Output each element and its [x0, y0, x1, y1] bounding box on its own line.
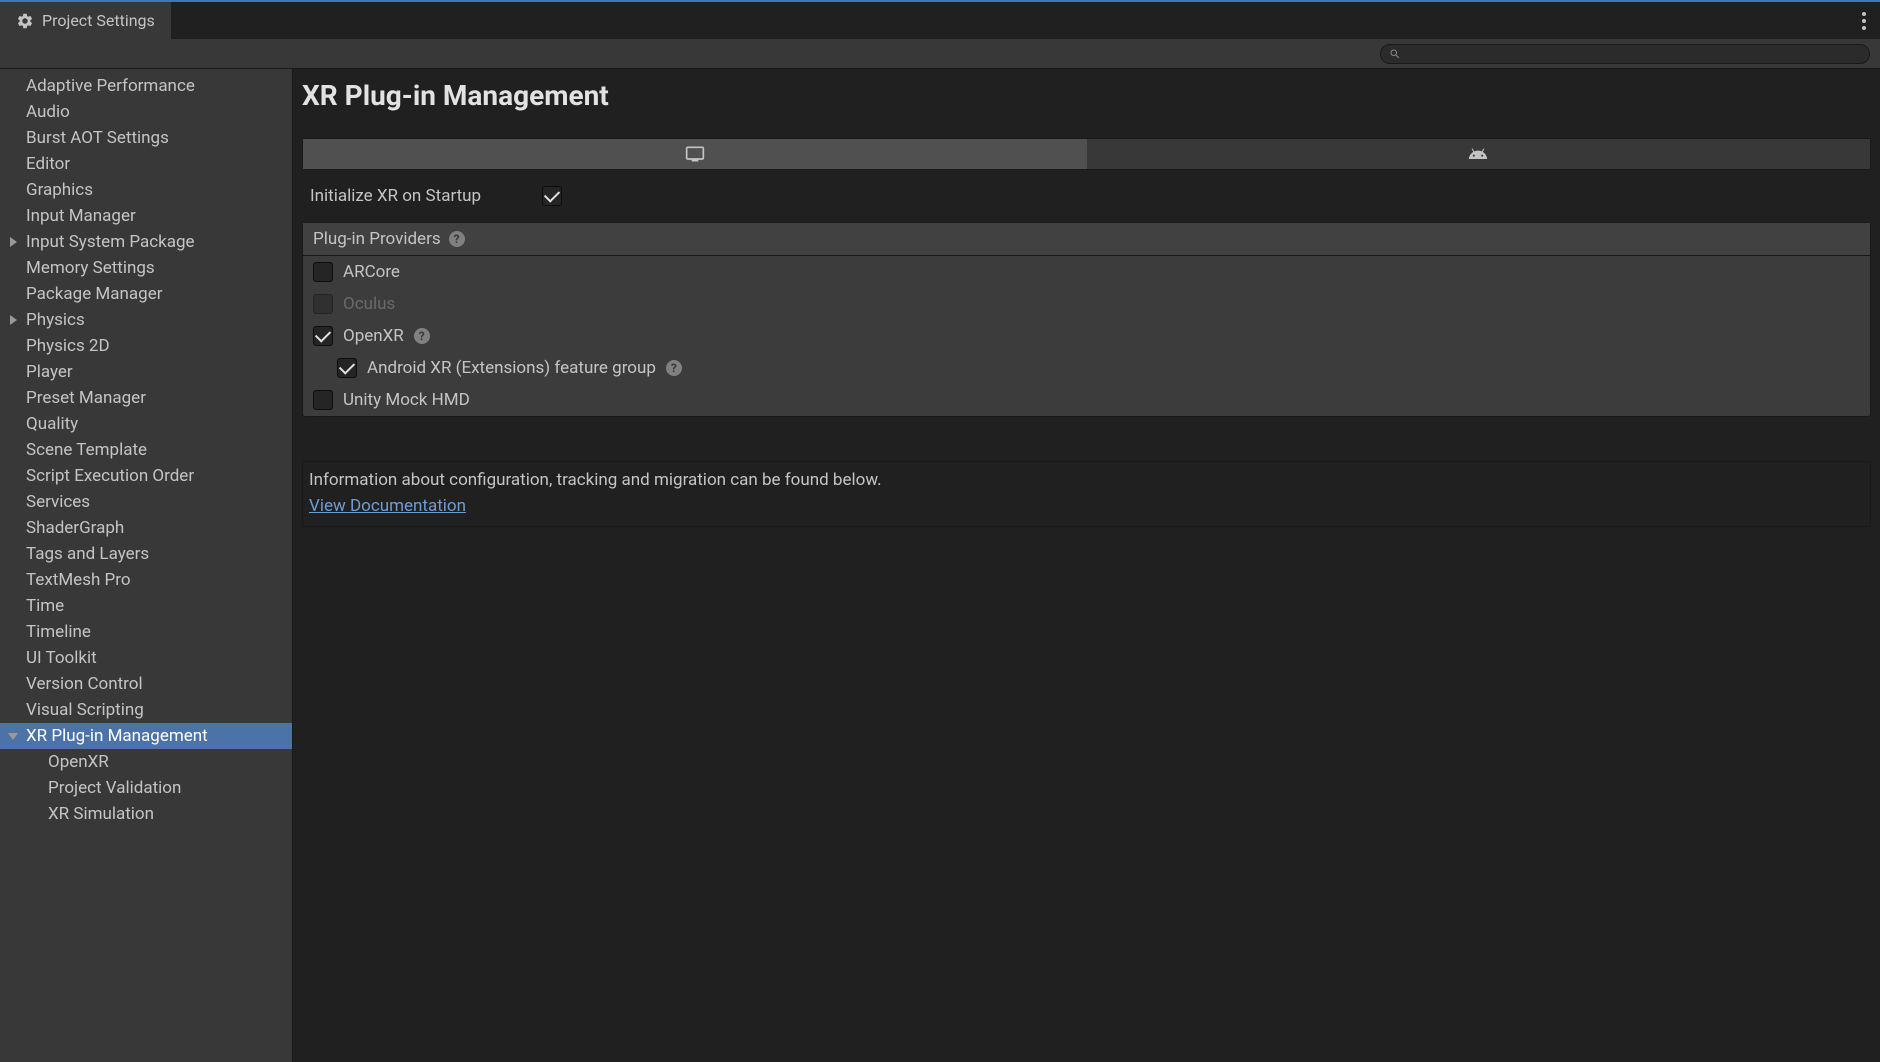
provider-checkbox[interactable] — [337, 358, 357, 378]
search-input[interactable] — [1380, 44, 1870, 64]
provider-label: Unity Mock HMD — [343, 390, 470, 410]
kebab-menu-button[interactable] — [1848, 12, 1880, 30]
sidebar-item-preset-manager[interactable]: Preset Manager — [0, 385, 292, 411]
provider-checkbox[interactable] — [313, 262, 333, 282]
providers-header-label: Plug-in Providers — [313, 229, 441, 249]
sidebar-item-burst-aot-settings[interactable]: Burst AOT Settings — [0, 125, 292, 151]
provider-row-arcore: ARCore — [303, 256, 1870, 288]
info-text: Information about configuration, trackin… — [309, 470, 1864, 496]
sidebar-item-memory-settings[interactable]: Memory Settings — [0, 255, 292, 281]
sidebar-item-package-manager[interactable]: Package Manager — [0, 281, 292, 307]
init-xr-label: Initialize XR on Startup — [310, 186, 542, 206]
sidebar-item-ui-toolkit[interactable]: UI Toolkit — [0, 645, 292, 671]
sidebar-item-physics[interactable]: Physics — [0, 307, 292, 333]
platform-tab-desktop[interactable] — [303, 139, 1087, 169]
providers-panel: Plug-in Providers ? ARCoreOculusOpenXR?A… — [302, 222, 1871, 417]
sidebar-item-tags-and-layers[interactable]: Tags and Layers — [0, 541, 292, 567]
sidebar-item-script-execution-order[interactable]: Script Execution Order — [0, 463, 292, 489]
toolbar — [0, 39, 1880, 69]
provider-row-openxr: OpenXR? — [303, 320, 1870, 352]
page-title: XR Plug-in Management — [302, 69, 1871, 138]
sidebar-item-physics-2d[interactable]: Physics 2D — [0, 333, 292, 359]
sidebar-item-editor[interactable]: Editor — [0, 151, 292, 177]
sidebar-item-input-manager[interactable]: Input Manager — [0, 203, 292, 229]
provider-label: Oculus — [343, 294, 395, 314]
info-panel: Information about configuration, trackin… — [302, 461, 1871, 527]
provider-row-android-xr-extensions-feature-group: Android XR (Extensions) feature group? — [303, 352, 1870, 384]
content-panel: XR Plug-in Management Initialize XR on S… — [293, 69, 1880, 1062]
search-icon — [1389, 48, 1401, 60]
sidebar-item-quality[interactable]: Quality — [0, 411, 292, 437]
sidebar-item-shadergraph[interactable]: ShaderGraph — [0, 515, 292, 541]
sidebar-item-textmesh-pro[interactable]: TextMesh Pro — [0, 567, 292, 593]
sidebar-item-audio[interactable]: Audio — [0, 99, 292, 125]
provider-label: ARCore — [343, 262, 400, 282]
sidebar-item-services[interactable]: Services — [0, 489, 292, 515]
platform-tabs — [302, 138, 1871, 170]
sidebar-item-visual-scripting[interactable]: Visual Scripting — [0, 697, 292, 723]
sidebar-item-scene-template[interactable]: Scene Template — [0, 437, 292, 463]
init-xr-checkbox[interactable] — [542, 186, 562, 206]
window-tab-label: Project Settings — [42, 11, 155, 30]
provider-label: OpenXR — [343, 326, 404, 346]
sidebar-item-xr-simulation[interactable]: XR Simulation — [0, 801, 292, 827]
sidebar-item-openxr[interactable]: OpenXR — [0, 749, 292, 775]
provider-label: Android XR (Extensions) feature group — [367, 358, 656, 378]
gear-icon — [16, 12, 34, 30]
sidebar-item-time[interactable]: Time — [0, 593, 292, 619]
view-documentation-link[interactable]: View Documentation — [309, 496, 466, 516]
provider-row-unity-mock-hmd: Unity Mock HMD — [303, 384, 1870, 416]
init-xr-row: Initialize XR on Startup — [302, 184, 1871, 208]
provider-checkbox[interactable] — [313, 390, 333, 410]
sidebar-item-project-validation[interactable]: Project Validation — [0, 775, 292, 801]
help-icon[interactable]: ? — [414, 328, 430, 344]
sidebar-item-graphics[interactable]: Graphics — [0, 177, 292, 203]
sidebar-item-input-system-package[interactable]: Input System Package — [0, 229, 292, 255]
sidebar-item-timeline[interactable]: Timeline — [0, 619, 292, 645]
provider-row-oculus: Oculus — [303, 288, 1870, 320]
sidebar-item-adaptive-performance[interactable]: Adaptive Performance — [0, 73, 292, 99]
sidebar-item-xr-plug-in-management[interactable]: XR Plug-in Management — [0, 723, 292, 749]
provider-checkbox — [313, 294, 333, 314]
window-tab[interactable]: Project Settings — [0, 2, 171, 39]
provider-checkbox[interactable] — [313, 326, 333, 346]
android-icon — [1468, 144, 1488, 164]
titlebar: Project Settings — [0, 0, 1880, 39]
sidebar-item-version-control[interactable]: Version Control — [0, 671, 292, 697]
help-icon[interactable]: ? — [449, 231, 465, 247]
sidebar: Adaptive PerformanceAudioBurst AOT Setti… — [0, 69, 293, 1062]
help-icon[interactable]: ? — [666, 360, 682, 376]
platform-tab-android[interactable] — [1087, 139, 1871, 169]
sidebar-item-player[interactable]: Player — [0, 359, 292, 385]
monitor-icon — [685, 144, 705, 164]
providers-header: Plug-in Providers ? — [303, 223, 1870, 256]
